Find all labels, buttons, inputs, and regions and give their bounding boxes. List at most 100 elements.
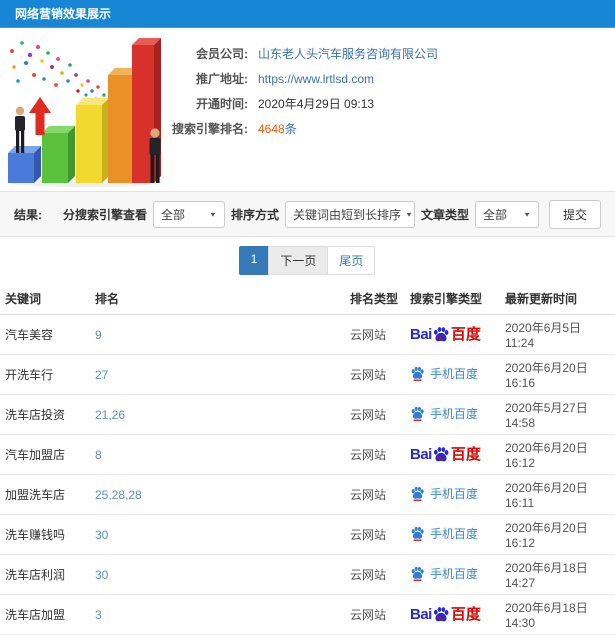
keyword-cell: 洗车店加盟	[0, 594, 90, 635]
promotion-url-label: 推广地址:	[196, 72, 248, 86]
baidu-paw-icon	[411, 486, 424, 501]
article-type-value: 全部	[482, 207, 507, 222]
rank-type-cell: 云网站	[345, 354, 405, 395]
table-row: 洗车店投资 21,26 云网站 手机百度 2020年5月27日 14:58	[0, 394, 615, 435]
company-name-link[interactable]: 山东老人头汽车服务咨询有限公司	[258, 45, 438, 62]
mobile-baidu-label: 手机百度	[430, 527, 479, 541]
promotion-url-link[interactable]: https://www.lrtlsd.com	[258, 72, 374, 86]
rank-type-cell: 云网站	[345, 394, 405, 435]
results-section-label: 结果:	[14, 207, 42, 222]
updated-cell: 2020年6月20日 16:11	[500, 474, 615, 515]
baidu-paw-icon	[411, 366, 424, 381]
submit-button[interactable]: 提交	[548, 199, 601, 229]
rank-cell[interactable]: 8	[90, 434, 345, 475]
baidu-logo-bai-text: Bai	[410, 605, 432, 623]
rank-cell[interactable]: 21,26	[90, 394, 345, 435]
keyword-cell: 汽车加盟店	[0, 434, 90, 475]
baidu-paw-icon	[411, 566, 424, 581]
mobile-baidu-logo: 手机百度	[410, 525, 478, 542]
baidu-paw-icon	[411, 406, 424, 421]
rank-cell[interactable]: 30	[90, 514, 345, 555]
rank-cell[interactable]: 30	[90, 554, 345, 595]
rank-count-number: 4648	[258, 122, 285, 136]
baidu-paw-icon: du	[433, 326, 449, 341]
open-time-value: 2020年4月29日 09:13	[258, 97, 375, 111]
engine-cell: 手机百度	[405, 394, 500, 435]
baidu-logo-cn-text: 百度	[450, 605, 481, 623]
rank-cell[interactable]: 9	[90, 314, 345, 355]
updated-cell: 2020年6月18日 14:27	[500, 554, 615, 595]
table-row: 开洗车行 27 云网站 手机百度 2020年6月20日 16:16	[0, 354, 615, 395]
svg-text:du: du	[437, 615, 444, 621]
bar-blue	[8, 146, 41, 183]
rank-count-unit: 条	[284, 122, 297, 136]
engine-rank-count-label: 搜索引擎排名:	[172, 122, 248, 136]
rank-type-cell: 云网站	[345, 514, 405, 555]
engine-cell: Bai du 百度	[405, 314, 500, 355]
table-row: 洗车店利润 30 云网站 手机百度 2020年6月18日 14:27	[0, 554, 615, 595]
page-1-button[interactable]: 1	[238, 245, 270, 275]
article-type-label: 文章类型	[420, 207, 469, 222]
svg-text:du: du	[437, 455, 444, 461]
engine-rank-count: 4648条	[258, 120, 297, 137]
article-type-select[interactable]: 全部 ▼	[474, 200, 539, 228]
keyword-cell: 洗车赚钱吗	[0, 514, 90, 555]
baidu-logo-cn-text: 百度	[450, 325, 481, 343]
open-time-label: 开通时间:	[196, 97, 248, 111]
rank-cell[interactable]: 3	[90, 594, 345, 635]
bar-yellow	[76, 98, 109, 183]
info-row-url: 推广地址: https://www.lrtlsd.com	[156, 66, 615, 91]
pagination-area: 1 下一页 尾页	[0, 237, 615, 283]
baidu-logo-bai-text: Bai	[410, 445, 432, 463]
table-row: 洗车赚钱吗 30 云网站 手机百度 2020年6月20日 16:12	[0, 514, 615, 555]
engine-filter-label: 分搜索引擎查看	[62, 207, 147, 222]
baidu-logo: Bai du 百度	[410, 446, 481, 464]
mobile-baidu-logo: 手机百度	[410, 485, 478, 502]
info-row-company: 会员公司: 山东老人头汽车服务咨询有限公司	[156, 41, 615, 66]
mobile-baidu-label: 手机百度	[430, 367, 479, 381]
table-header-row: 关键词 排名 排名类型 搜索引擎类型 最新更新时间	[0, 283, 615, 315]
header-rank-type: 排名类型	[345, 283, 405, 315]
growth-chart-illustration	[7, 38, 163, 187]
mobile-baidu-logo: 手机百度	[410, 565, 478, 582]
confetti-dots	[10, 41, 106, 101]
engine-cell: 手机百度	[405, 554, 500, 595]
info-section: 会员公司: 山东老人头汽车服务咨询有限公司 推广地址: https://www.…	[0, 28, 615, 191]
updated-cell: 2020年6月20日 16:16	[500, 354, 615, 395]
keyword-cell: 开洗车行	[0, 354, 90, 395]
rank-cell[interactable]: 27	[90, 354, 345, 395]
engine-filter-value: 全部	[160, 207, 185, 222]
keyword-cell: 汽车美容	[0, 314, 90, 355]
rank-type-cell: 云网站	[345, 474, 405, 515]
last-page-button[interactable]: 尾页	[327, 245, 376, 275]
next-page-button[interactable]: 下一页	[268, 245, 329, 275]
info-row-rank-count: 搜索引擎排名: 4648条	[156, 116, 615, 141]
filter-bar: 结果: 分搜索引擎查看 全部 ▼ 排序方式 关键词由短到长排序 ▼ 文章类型 全…	[0, 191, 615, 237]
rank-type-cell: 云网站	[345, 594, 405, 635]
header-keyword: 关键词	[0, 283, 90, 315]
filter-controls: 分搜索引擎查看 全部 ▼ 排序方式 关键词由短到长排序 ▼ 文章类型 全部 ▼ …	[62, 199, 601, 229]
company-label: 会员公司:	[196, 47, 248, 61]
engine-cell: Bai du 百度	[405, 594, 500, 635]
chevron-down-icon: ▼	[209, 210, 217, 218]
engine-cell: 手机百度	[405, 514, 500, 555]
engine-cell: 手机百度	[405, 354, 500, 395]
engine-filter-select[interactable]: 全部 ▼	[152, 200, 225, 228]
header-updated: 最新更新时间	[500, 283, 615, 315]
baidu-logo-cn-text: 百度	[450, 445, 481, 463]
baidu-logo-bai-text: Bai	[410, 325, 432, 343]
rank-type-cell: 云网站	[345, 434, 405, 475]
rank-cell[interactable]: 25,28,28	[90, 474, 345, 515]
sort-value: 关键词由短到长排序	[292, 207, 401, 222]
engine-cell: Bai du 百度	[405, 434, 500, 475]
results-table: 关键词 排名 排名类型 搜索引擎类型 最新更新时间 汽车美容 9 云网站 Bai du…	[0, 283, 615, 635]
updated-cell: 2020年6月20日 16:12	[500, 514, 615, 555]
sort-select[interactable]: 关键词由短到长排序 ▼	[284, 200, 415, 228]
title-bar: 网络营销效果展示	[0, 0, 615, 28]
mobile-baidu-label: 手机百度	[430, 407, 479, 421]
updated-cell: 2020年6月18日 14:30	[500, 594, 615, 635]
baidu-paw-icon: du	[433, 446, 449, 461]
pagination: 1 下一页 尾页	[238, 245, 376, 275]
page-title: 网络营销效果展示	[15, 7, 112, 21]
mobile-baidu-label: 手机百度	[430, 567, 479, 581]
